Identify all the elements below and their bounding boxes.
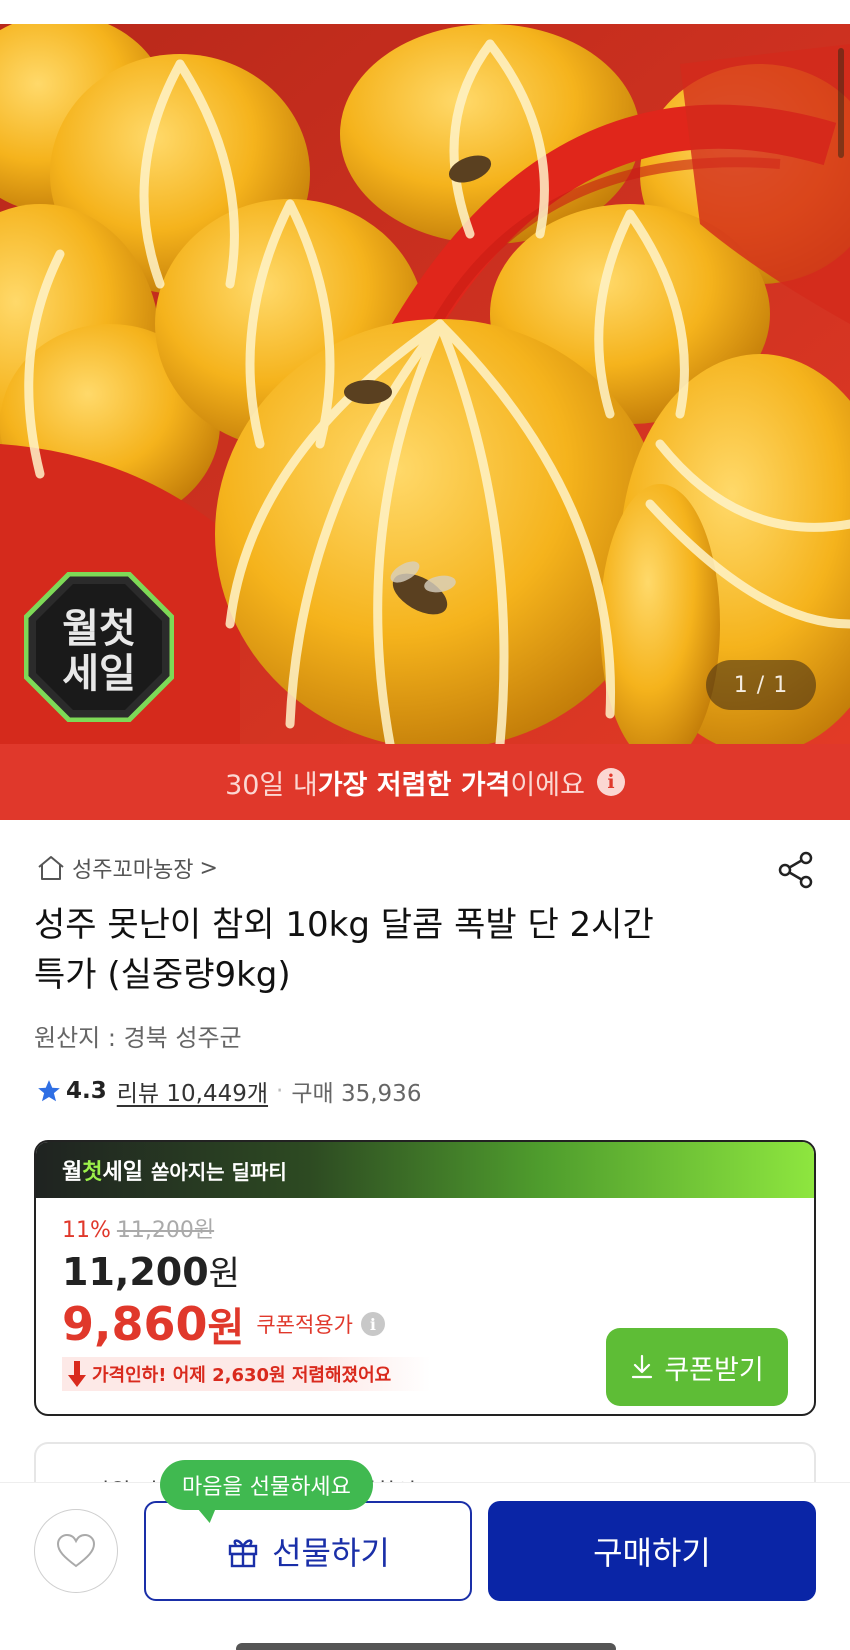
download-icon [632,1354,653,1379]
sale-price: 11,200원 [62,1246,788,1295]
product-image[interactable]: 월첫 세일 1 / 1 [0,24,850,744]
store-name: 성주꼬마농장 [72,858,194,883]
deal-header: 월 첫 세일 쏟아지는 딜파티 [36,1142,814,1198]
product-title-line-1: 성주 못난이 참외 10kg 달콤 폭발 단 2시간 [34,905,654,945]
discount-line: 11% 11,200원 [62,1212,788,1244]
scrollbar[interactable] [838,48,844,158]
heart-icon [56,1533,96,1568]
price-drop-text: 가격인하! 어제 2,630원 저렴해졌어요 [92,1365,392,1386]
deal-card: 월 첫 세일 쏟아지는 딜파티 11% 11,200원 11,200원 9,860 원 … [34,1140,816,1416]
banner-prefix: 30일 내 [225,769,318,801]
svg-text:월첫: 월첫 [62,606,136,652]
star-icon [38,1080,60,1102]
discount-rate: 11% [62,1218,111,1243]
coupon-button-label: 쿠폰받기 [664,1354,764,1386]
coupon-download-button[interactable]: 쿠폰받기 [606,1328,788,1406]
coupon-price-number: 9,860 [62,1297,208,1351]
coupon-price-label: 쿠폰적용가 [256,1313,353,1337]
wishlist-button[interactable] [34,1509,118,1593]
price-drop-notice: 가격인하! 어제 2,630원 저렴해졌어요 [62,1357,432,1391]
chevron-right-icon: > [199,855,218,881]
product-title-line-2: 특가 (실중량9kg) [34,955,291,995]
arrow-down-icon [68,1361,86,1387]
buy-button-label: 구매하기 [593,1534,711,1572]
sale-badge-logo: 월첫 세일 [23,571,175,723]
home-icon [38,856,64,880]
rating-row: 4.3 리뷰 10,449개 · 구매 35,936 [36,1074,421,1108]
gift-button-label: 선물하기 [272,1534,390,1572]
coupon-price-unit: 원 [207,1305,245,1351]
deal-brand-3: 세일 [102,1160,143,1185]
bottom-action-bar: 선물하기 구매하기 [0,1482,850,1650]
banner-highlight: 가장 저렴한 가격 [317,769,511,801]
info-icon[interactable]: i [596,768,625,796]
deal-brand-2: 첫 [82,1160,103,1185]
banner-suffix: 이에요 [510,769,585,801]
sale-price-number: 11,200 [62,1250,209,1294]
svg-text:세일: 세일 [62,651,136,697]
gift-icon [228,1539,258,1568]
original-price: 11,200원 [116,1218,215,1243]
product-title: 성주 못난이 참외 10kg 달콤 폭발 단 2시간 특가 (실중량9kg) [34,900,794,1000]
buy-button[interactable]: 구매하기 [488,1501,816,1601]
rating-score: 4.3 [66,1078,107,1104]
deal-body: 11% 11,200원 11,200원 9,860 원 쿠폰적용가 i 가격인하! … [36,1198,814,1407]
info-icon[interactable]: i [360,1312,385,1336]
separator-dot: · [276,1078,284,1104]
store-link[interactable]: 성주꼬마농장 > [36,852,218,884]
share-icon[interactable] [776,850,816,890]
sale-price-unit: 원 [208,1254,240,1294]
gift-tooltip: 마음을 선물하세요 [160,1460,373,1523]
home-indicator[interactable] [236,1643,616,1650]
gift-tooltip-text: 마음을 선물하세요 [182,1475,351,1500]
tooltip-tail [196,1507,220,1523]
lowest-price-banner: 30일 내 가장 저렴한 가격 이에요 i [0,744,850,820]
deal-brand-1: 월 [62,1160,83,1185]
review-count-link[interactable]: 리뷰 10,449개 [117,1074,268,1108]
gift-button[interactable]: 선물하기 [144,1501,472,1601]
image-page-counter: 1 / 1 [706,660,816,710]
product-origin: 원산지 : 경북 성주군 [34,1024,242,1052]
purchase-count: 구매 35,936 [291,1081,422,1107]
deal-subtitle: 쏟아지는 딜파티 [150,1159,287,1184]
